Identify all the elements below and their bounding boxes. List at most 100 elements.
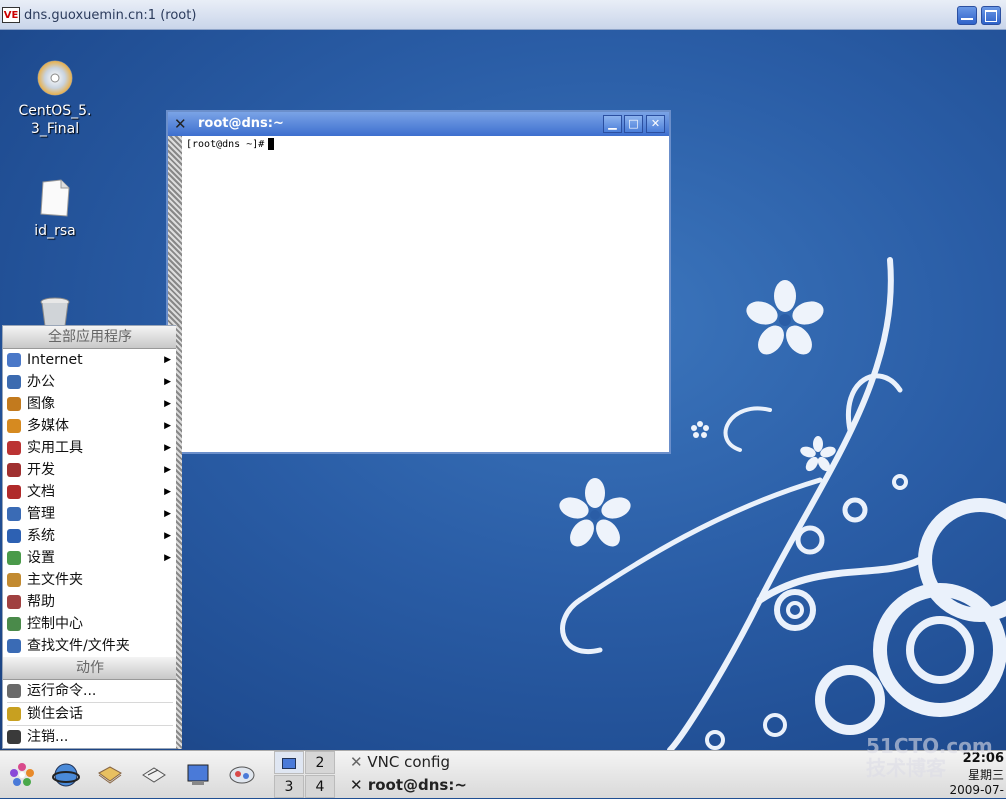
terminal-content[interactable]: [root@dns ~]# (168, 136, 669, 452)
menu-side-handle (176, 325, 182, 749)
menu-item-label: 主文件夹 (27, 572, 83, 588)
terminal-minimize-button[interactable]: ▁ (603, 115, 622, 133)
submenu-arrow-icon: ▶ (164, 355, 171, 365)
file-manager-icon[interactable] (96, 761, 124, 789)
menu-item-2[interactable]: 图像 ▶ (3, 393, 177, 415)
menu-item-13[interactable]: 查找文件/文件夹 (3, 635, 177, 657)
watermark: 51CTO.com 技术博客 (866, 734, 993, 780)
menu-category-icon (7, 639, 21, 653)
workspace-2[interactable]: 2 (305, 751, 335, 774)
menu-action-2[interactable]: 注销... (3, 726, 177, 748)
prompt-text: [root@dns ~]# (186, 139, 265, 150)
menu-item-label: 管理 (27, 506, 55, 522)
menu-item-0[interactable]: Internet ▶ (3, 349, 177, 371)
vnc-window-titlebar: VE dns.guoxuemin.cn:1 (root) (0, 0, 1006, 30)
submenu-arrow-icon: ▶ (164, 377, 171, 387)
menu-item-label: 查找文件/文件夹 (27, 638, 130, 654)
workspace-window-thumb (282, 757, 296, 769)
menu-item-label: 设置 (27, 550, 55, 566)
submenu-arrow-icon: ▶ (164, 399, 171, 409)
submenu-arrow-icon: ▶ (164, 443, 171, 453)
workspace-1[interactable] (274, 751, 304, 774)
x-window-icon[interactable]: ✕ (174, 115, 187, 133)
terminal-close-button[interactable]: ✕ (646, 115, 665, 133)
menu-item-10[interactable]: 主文件夹 (3, 569, 177, 591)
menu-item-label: Internet (27, 352, 83, 368)
workspace-pager[interactable]: 2 3 4 (274, 751, 336, 799)
menu-category-icon (7, 573, 21, 587)
menu-item-7[interactable]: 管理 ▶ (3, 503, 177, 525)
start-menu-icon[interactable] (8, 761, 36, 789)
menu-item-9[interactable]: 设置 ▶ (3, 547, 177, 569)
menu-category-icon (7, 529, 21, 543)
menu-item-label: 文档 (27, 484, 55, 500)
terminal-launcher-icon[interactable] (184, 761, 212, 789)
submenu-arrow-icon: ▶ (164, 553, 171, 563)
help-center-icon[interactable] (228, 761, 256, 789)
submenu-arrow-icon: ▶ (164, 465, 171, 475)
terminal-maximize-button[interactable]: □ (624, 115, 643, 133)
menu-item-1[interactable]: 办公 ▶ (3, 371, 177, 393)
menu-category-icon (7, 463, 21, 477)
terminal-window[interactable]: ✕ root@dns:~ ▁ □ ✕ [root@dns ~]# (166, 110, 671, 454)
menu-item-label: 多媒体 (27, 418, 69, 434)
menu-item-label: 帮助 (27, 594, 55, 610)
desktop-icon-centos[interactable]: CentOS_5. 3_Final (10, 58, 100, 138)
menu-action-0[interactable]: 运行命令... (3, 680, 177, 702)
menu-header-actions: 动作 (3, 657, 177, 680)
menu-item-label: 锁住会话 (27, 706, 83, 722)
vnc-maximize-button[interactable] (981, 6, 1001, 25)
menu-item-label: 办公 (27, 374, 55, 390)
submenu-arrow-icon: ▶ (164, 487, 171, 497)
menu-action-icon (7, 707, 21, 721)
menu-category-icon (7, 353, 21, 367)
vnc-minimize-button[interactable] (957, 6, 977, 25)
menu-category-icon (7, 551, 21, 565)
menu-category-icon (7, 485, 21, 499)
menu-item-12[interactable]: 控制中心 (3, 613, 177, 635)
x-window-icon: ✕ (350, 753, 363, 771)
document-icon (40, 179, 70, 217)
taskbar: 2 3 4 ✕ VNC config ✕ root@dns:~ 22:06 星期… (0, 750, 1006, 798)
menu-item-label: 运行命令... (27, 683, 97, 699)
disc-icon (37, 60, 73, 96)
submenu-arrow-icon: ▶ (164, 421, 171, 431)
clock-date: 2009-07- (949, 783, 1004, 797)
menu-item-4[interactable]: 实用工具 ▶ (3, 437, 177, 459)
menu-action-1[interactable]: 锁住会话 (3, 703, 177, 725)
menu-category-icon (7, 441, 21, 455)
taskbar-button-vnc-config[interactable]: ✕ VNC config (350, 753, 450, 771)
menu-action-icon (7, 684, 21, 698)
menu-item-6[interactable]: 文档 ▶ (3, 481, 177, 503)
task-label: root@dns:~ (367, 776, 467, 794)
menu-category-icon (7, 419, 21, 433)
vnc-app-icon[interactable]: VE (2, 7, 20, 23)
browser-icon[interactable] (52, 761, 80, 789)
menu-action-icon (7, 730, 21, 744)
text-cursor (268, 138, 275, 150)
start-menu[interactable]: 全部应用程序 Internet ▶ 办公 ▶ 图像 ▶ 多媒体 ▶ 实用工具 ▶ 开发 ▶ 文档 ▶ 管理 ▶… (2, 325, 178, 749)
menu-category-icon (7, 595, 21, 609)
x-window-icon: ✕ (350, 776, 363, 794)
terminal-titlebar[interactable]: ✕ root@dns:~ ▁ □ ✕ (168, 112, 669, 136)
workspace-3[interactable]: 3 (274, 775, 304, 798)
workspace-4[interactable]: 4 (305, 775, 335, 798)
menu-category-icon (7, 507, 21, 521)
desktop-icon-id-rsa[interactable]: id_rsa (10, 178, 100, 240)
menu-item-label: 开发 (27, 462, 55, 478)
desktop-icon-label: CentOS_5. 3_Final (18, 103, 92, 137)
menu-item-label: 系统 (27, 528, 55, 544)
menu-item-3[interactable]: 多媒体 ▶ (3, 415, 177, 437)
vnc-window-title: dns.guoxuemin.cn:1 (root) (24, 8, 197, 23)
menu-item-5[interactable]: 开发 ▶ (3, 459, 177, 481)
menu-item-label: 注销... (27, 729, 69, 745)
menu-header-all-apps: 全部应用程序 (3, 326, 177, 349)
text-editor-icon[interactable] (140, 761, 168, 789)
terminal-title: root@dns:~ (198, 116, 284, 131)
taskbar-button-terminal[interactable]: ✕ root@dns:~ (350, 776, 467, 794)
menu-item-label: 实用工具 (27, 440, 83, 456)
menu-item-8[interactable]: 系统 ▶ (3, 525, 177, 547)
menu-item-11[interactable]: 帮助 (3, 591, 177, 613)
task-label: VNC config (367, 753, 450, 771)
desktop-icon-label: id_rsa (34, 223, 76, 239)
